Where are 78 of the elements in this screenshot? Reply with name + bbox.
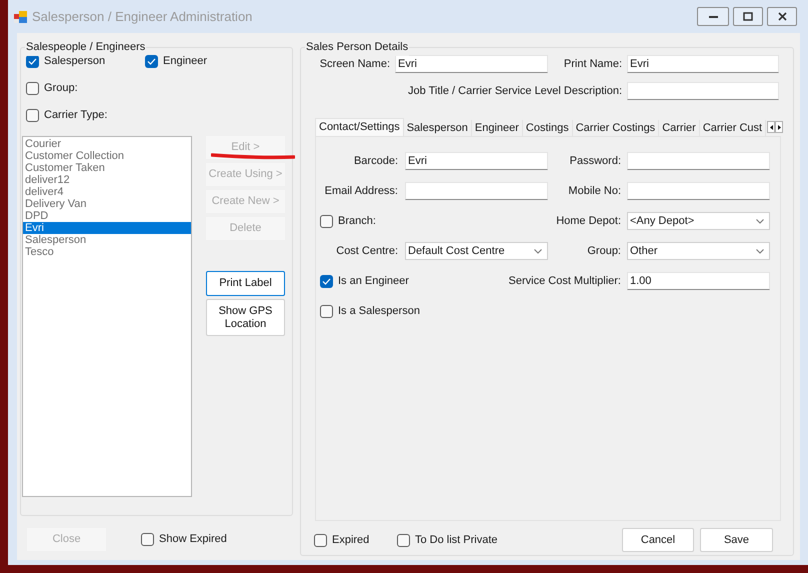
checkbox[interactable] — [26, 55, 39, 68]
chevron-down-icon — [534, 248, 542, 254]
text-field[interactable]: Evri — [405, 152, 548, 170]
field-label: Print Name: — [562, 56, 622, 72]
field-label: Email Address: — [324, 184, 398, 199]
window-title: Salesperson / Engineer Administration — [32, 8, 252, 26]
action-button[interactable]: Print Label — [206, 271, 285, 296]
checkbox-label: Show Expired — [159, 532, 227, 548]
close-icon — [778, 12, 786, 21]
text-field[interactable] — [405, 182, 548, 200]
right-arrow-icon — [778, 124, 781, 130]
chevron-down-icon — [756, 218, 764, 224]
checkbox-label: Is a Salesperson — [338, 304, 420, 319]
left-arrow-icon — [770, 124, 773, 130]
close-window-button[interactable] — [767, 7, 797, 26]
action-button[interactable]: Show GPS Location — [206, 299, 285, 336]
checkbox-label: Branch: — [338, 214, 376, 229]
list-item[interactable]: Evri — [23, 222, 191, 234]
checkbox-label: Group: — [44, 81, 78, 96]
field-label: Barcode: — [352, 154, 398, 169]
dropdown[interactable]: Other — [627, 242, 770, 260]
checkbox[interactable] — [397, 534, 410, 546]
list-item[interactable]: deliver12 — [23, 174, 191, 186]
text-field[interactable] — [627, 182, 770, 200]
dialog-button[interactable]: Cancel — [622, 528, 694, 552]
checkbox-label: To Do list Private — [415, 532, 498, 548]
checkbox-label: Salesperson — [44, 54, 106, 70]
checkbox[interactable] — [26, 82, 39, 95]
text-field[interactable]: 1.00 — [627, 272, 770, 290]
chevron-down-icon — [756, 248, 764, 254]
field-label: Screen Name: — [318, 56, 390, 72]
app-icon — [14, 10, 28, 22]
text-field[interactable] — [627, 82, 779, 100]
checkbox[interactable] — [26, 109, 39, 122]
field-label: Service Cost Multiplier: — [508, 274, 621, 289]
checkbox[interactable] — [314, 534, 327, 546]
scroll-left-button[interactable] — [767, 121, 776, 133]
check-icon — [147, 58, 156, 65]
maximize-icon — [743, 12, 753, 21]
field-label: Job Title / Carrier Service Level Description: — [407, 84, 622, 99]
text-field[interactable]: Evri — [395, 55, 548, 73]
checkbox-label: Expired — [332, 532, 370, 548]
checkbox[interactable] — [320, 214, 333, 228]
group-title: Sales Person Details — [305, 39, 410, 56]
checkbox-label: Is an Engineer — [338, 274, 409, 289]
maximize-button[interactable] — [733, 7, 763, 26]
tab[interactable]: Contact/Settings — [315, 118, 404, 136]
dropdown[interactable]: <Any Depot> — [627, 212, 770, 230]
dialog-button[interactable]: Save — [700, 528, 773, 552]
field-label: Group: — [586, 244, 621, 259]
list-item[interactable]: Customer Taken — [23, 162, 191, 174]
group-title: Salespeople / Engineers — [25, 39, 146, 56]
field-label: Home Depot: — [555, 214, 621, 229]
text-field[interactable] — [627, 152, 770, 170]
list-box[interactable]: Courier Customer Collection Customer Taken deliver12 deliver4 Delivery Van DPD Evri Salesperson Tesco — [22, 136, 192, 497]
checkbox-label: Carrier Type: — [44, 108, 108, 124]
minimize-icon — [708, 16, 718, 18]
text-field[interactable]: Evri — [627, 55, 779, 73]
checkbox[interactable] — [145, 55, 158, 68]
checkbox[interactable] — [320, 274, 333, 288]
dropdown[interactable]: Default Cost Centre — [405, 242, 548, 260]
list-item[interactable]: Delivery Van — [23, 198, 191, 210]
minimize-button[interactable] — [697, 7, 729, 26]
list-item[interactable]: Tesco — [23, 246, 191, 258]
check-icon — [28, 58, 37, 65]
checkbox[interactable] — [141, 533, 154, 546]
list-item[interactable]: Salesperson — [23, 234, 191, 246]
field-label: Mobile No: — [567, 184, 621, 199]
checkbox-label: Engineer — [163, 54, 208, 70]
check-icon — [322, 278, 331, 284]
list-item[interactable]: deliver4 — [23, 186, 191, 198]
list-item[interactable]: Customer Collection — [23, 150, 191, 162]
list-item[interactable]: DPD — [23, 210, 191, 222]
field-label: Cost Centre: — [335, 244, 398, 259]
checkbox[interactable] — [320, 304, 333, 318]
field-label: Password: — [568, 154, 621, 169]
scroll-right-button[interactable] — [775, 121, 784, 133]
list-item[interactable]: Courier — [23, 138, 191, 150]
